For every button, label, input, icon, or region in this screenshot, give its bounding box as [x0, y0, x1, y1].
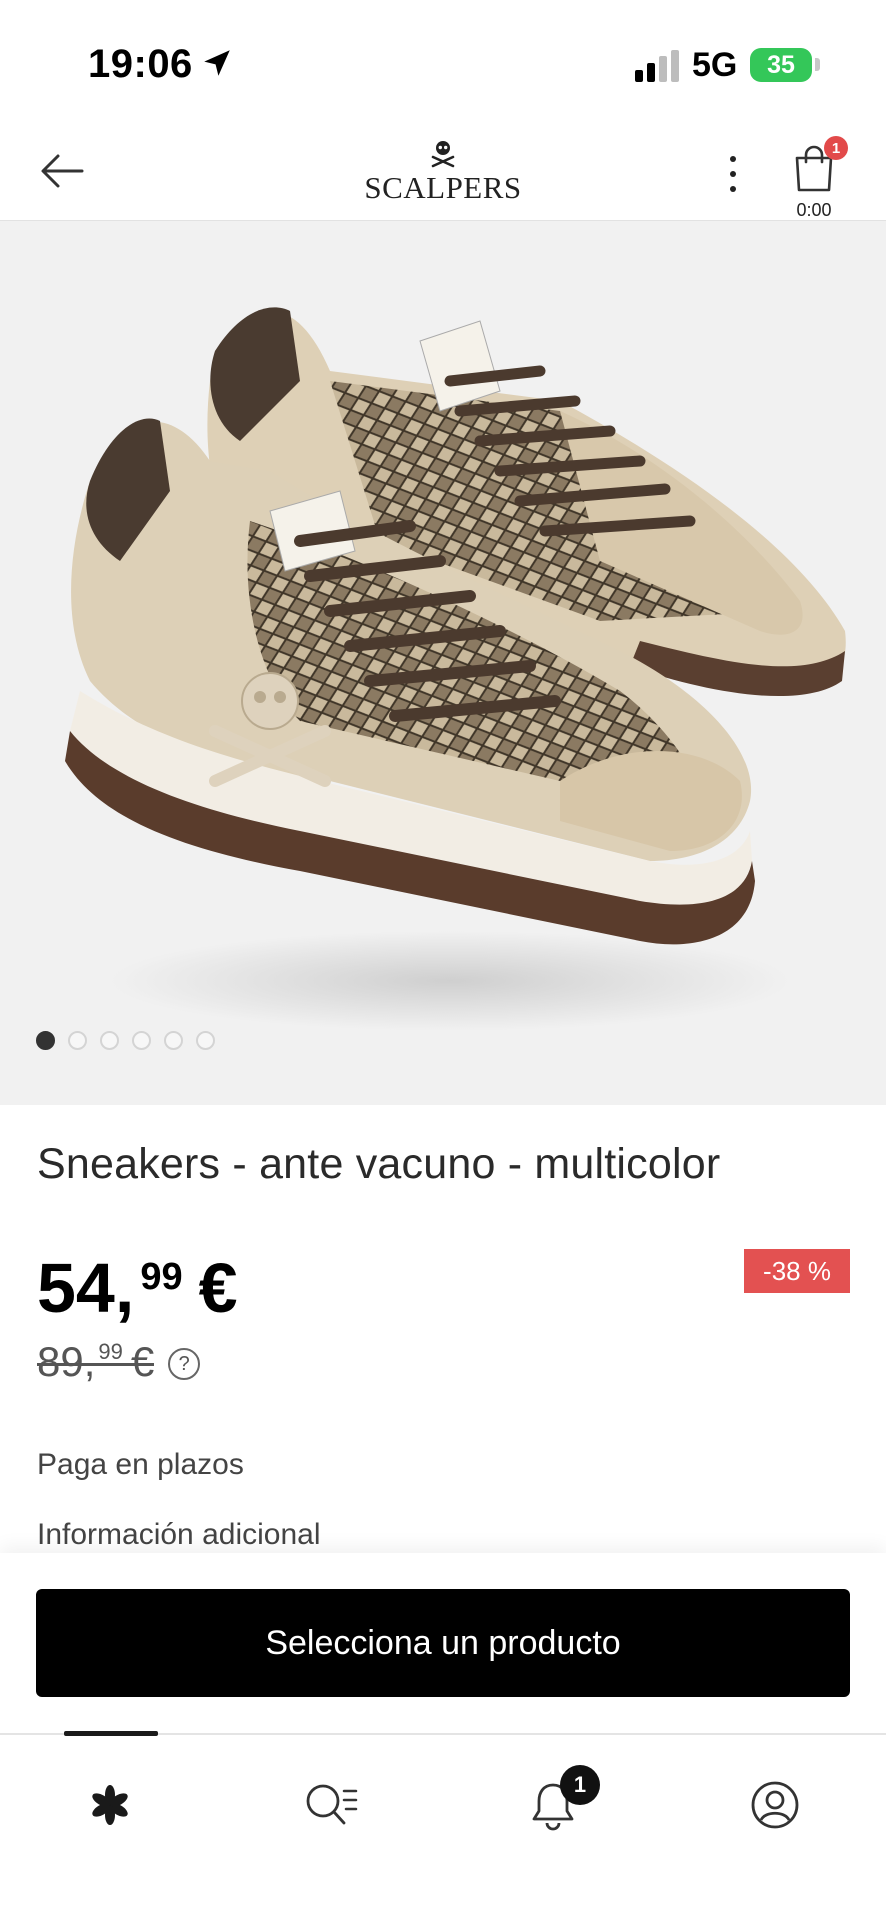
old-price-currency: €: [130, 1338, 155, 1385]
gallery-dot[interactable]: [132, 1031, 151, 1050]
current-price: 54, 99 €: [37, 1250, 238, 1326]
more-dot: [730, 156, 736, 162]
cta-area: Selecciona un producto: [0, 1553, 886, 1733]
price-integer: 54,: [37, 1249, 135, 1327]
notifications-badge: 1: [560, 1765, 600, 1805]
old-price-integer: 89,: [37, 1338, 96, 1385]
more-dot: [730, 171, 736, 177]
signal-icon: [635, 50, 679, 82]
gallery-pagination: [36, 1031, 215, 1050]
nav-account[interactable]: [720, 1765, 830, 1845]
cart-button[interactable]: 1 0:00: [786, 134, 848, 220]
product-title: Sneakers - ante vacuno - multicolor: [37, 1140, 721, 1188]
bottom-navigation: 1: [0, 1731, 886, 1920]
old-price-decimals: 99: [98, 1339, 123, 1364]
status-bar: 19:06 5G 35: [0, 0, 886, 120]
battery-tip: [815, 58, 820, 71]
brand-logo[interactable]: SCALPERS: [343, 138, 543, 206]
active-tab-indicator: [64, 1731, 158, 1736]
nav-notifications[interactable]: 1: [498, 1765, 608, 1845]
network-label: 5G: [692, 46, 738, 84]
nav-search[interactable]: [276, 1765, 386, 1845]
gallery-dot[interactable]: [164, 1031, 183, 1050]
battery-level: 35: [767, 50, 795, 79]
discount-badge: -38 %: [744, 1249, 850, 1293]
status-time: 19:06: [88, 42, 193, 86]
gallery-dot[interactable]: [100, 1031, 119, 1050]
location-arrow-icon: [204, 50, 230, 76]
app-header: SCALPERS 1 0:00: [0, 120, 886, 221]
cart-total: 0:00: [796, 200, 832, 220]
back-arrow-icon[interactable]: [38, 148, 86, 194]
gallery-dot[interactable]: [36, 1031, 55, 1050]
search-menu-icon: [306, 1784, 358, 1825]
battery-indicator: 35: [750, 48, 812, 82]
gallery-dot[interactable]: [68, 1031, 87, 1050]
more-options-button[interactable]: [716, 150, 750, 198]
account-icon: [751, 1781, 799, 1829]
price-help-icon[interactable]: ?: [168, 1348, 201, 1380]
strikethrough-line: [37, 1363, 155, 1366]
more-dot: [730, 186, 736, 192]
original-price: 89, 99 € ?: [37, 1338, 201, 1386]
select-product-button[interactable]: Selecciona un producto: [36, 1589, 850, 1697]
original-price-value: 89, 99 €: [37, 1338, 155, 1386]
skull-logo-icon: [431, 141, 455, 168]
price-currency: €: [198, 1249, 238, 1327]
additional-info-link[interactable]: Información adicional: [37, 1518, 321, 1552]
nav-home[interactable]: [55, 1765, 165, 1845]
gallery-dot[interactable]: [196, 1031, 215, 1050]
home-flower-icon: [92, 1785, 128, 1825]
cart-count-badge: 1: [824, 136, 848, 160]
installments-link[interactable]: Paga en plazos: [37, 1448, 244, 1482]
price-decimals: 99: [140, 1256, 183, 1298]
product-image-gallery[interactable]: [0, 221, 886, 1105]
product-image: [65, 307, 846, 1031]
brand-name: SCALPERS: [364, 170, 522, 205]
